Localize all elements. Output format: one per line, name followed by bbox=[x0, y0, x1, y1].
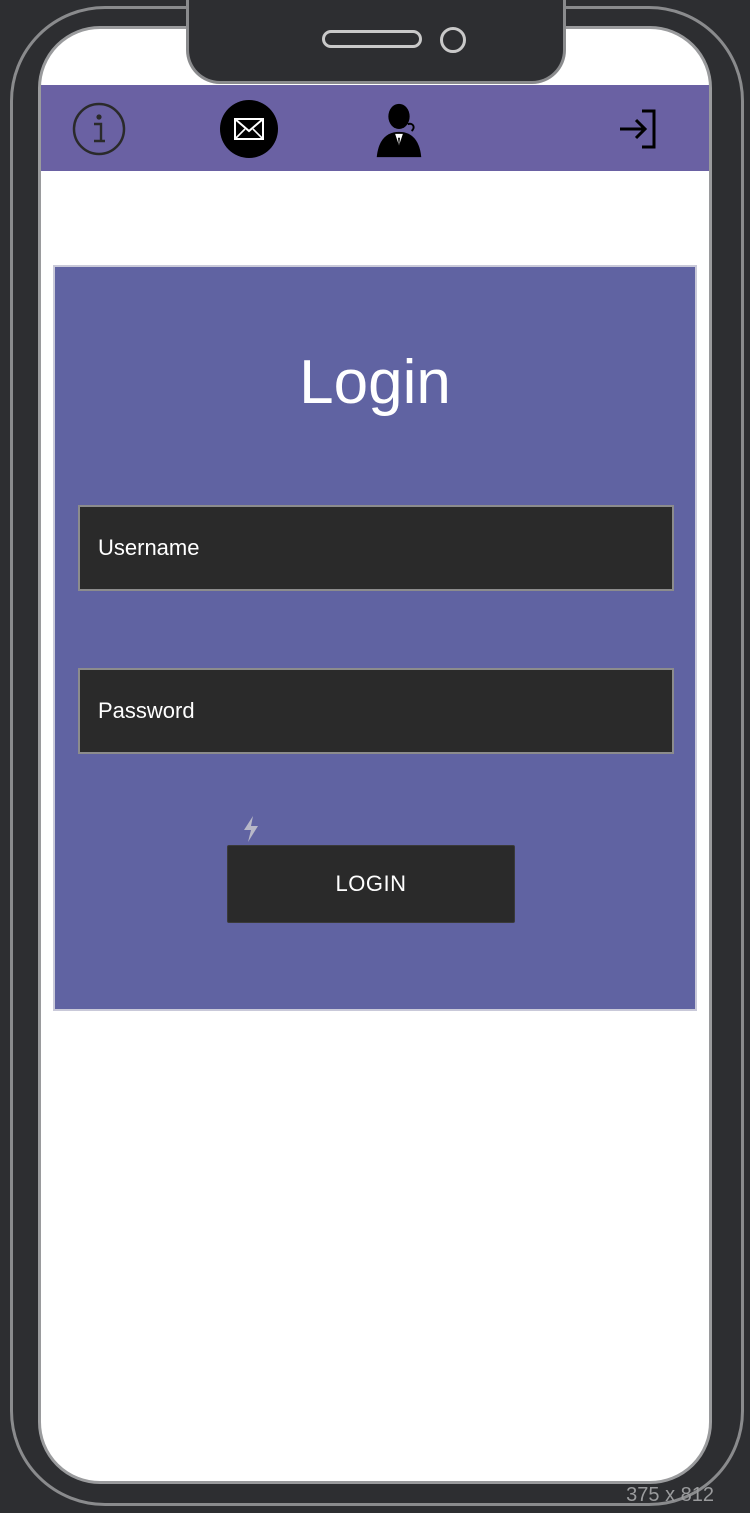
front-camera bbox=[440, 27, 466, 53]
info-icon[interactable] bbox=[69, 99, 129, 159]
login-title: Login bbox=[299, 348, 451, 417]
username-field[interactable] bbox=[78, 505, 674, 591]
mail-icon[interactable] bbox=[219, 99, 279, 159]
speaker-grille bbox=[322, 30, 422, 48]
top-nav-bar bbox=[41, 85, 709, 171]
password-field[interactable] bbox=[78, 668, 674, 754]
lightning-icon bbox=[244, 816, 258, 842]
user-profile-icon[interactable] bbox=[369, 99, 429, 159]
sign-in-icon[interactable] bbox=[607, 99, 667, 159]
login-card: Login LOGIN bbox=[53, 265, 697, 1011]
viewport-size-label: 375 x 812 bbox=[626, 1484, 714, 1506]
canvas: Login LOGIN 375 x 812 bbox=[0, 0, 750, 1513]
login-button[interactable]: LOGIN bbox=[227, 845, 515, 923]
